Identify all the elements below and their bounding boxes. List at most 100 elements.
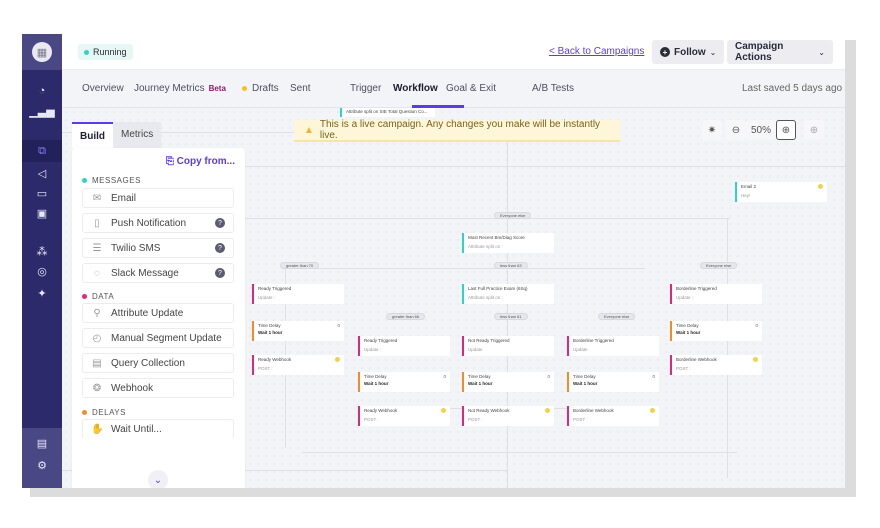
workflow-node[interactable]: Ready Webhook POST : — [252, 355, 344, 375]
tab-sent[interactable]: Sent — [290, 83, 311, 94]
chat-icon: ☰ — [92, 242, 102, 254]
hand-icon: ✋ — [91, 424, 104, 435]
chevron-down-icon[interactable]: ⌄ — [148, 470, 168, 488]
analytics-icon[interactable]: ▁▃▅ — [22, 102, 62, 120]
workflow-node[interactable]: Most Recent Bm/Diag Score Attribute split… — [462, 233, 554, 253]
branch-label: Everyone else — [700, 262, 738, 269]
workflow-node[interactable]: Time Delay Wait 1 hour 0 — [670, 321, 762, 341]
dashboard-icon[interactable]: ◔ — [22, 82, 62, 100]
back-to-campaigns-link[interactable]: < Back to Campaigns — [549, 46, 644, 57]
left-rail: ▦ ◔ ▁▃▅ ⧉ ◁ ▭ ▣ ⁂ ◎ ✦ ▤ ⚙ — [22, 34, 62, 488]
item-attribute-update[interactable]: ⚲ Attribute Update — [82, 303, 234, 323]
workflow-node[interactable]: Borderline Webhook POST : — [567, 406, 659, 426]
branch-label: greater than 66 — [386, 313, 426, 320]
campaigns-icon[interactable]: ⧉ — [22, 140, 62, 162]
campaign-header: Running < Back to Campaigns + Follow ⌄ C… — [62, 34, 845, 70]
status-dot — [84, 49, 89, 55]
item-twilio-sms[interactable]: ☰ Twilio SMS? — [82, 238, 234, 258]
branch-label: Everyone else — [598, 313, 636, 320]
activity-icon[interactable]: ✦ — [22, 284, 62, 302]
segment-icon: ◴ — [92, 332, 102, 344]
workflow-node[interactable]: Ready Triggered Update : — [358, 336, 450, 356]
workflow-node[interactable]: Borderline Triggered Update — [567, 336, 659, 356]
workspace-logo[interactable]: ▦ — [32, 42, 52, 62]
webhook-icon: ❂ — [92, 382, 102, 394]
chevron-down-icon: ⌄ — [818, 47, 825, 57]
workflow-node[interactable]: Not Ready Webhook POST : — [462, 406, 554, 426]
item-slack-message[interactable]: ◌ Slack Message? — [82, 263, 234, 283]
drafts-dot — [242, 86, 247, 91]
workflow-node[interactable]: Time Delay Wait 1 hour 0 — [462, 372, 554, 392]
status-badge: Running — [78, 44, 133, 60]
branch-label: greater than 70 — [280, 262, 320, 269]
warning-icon: ▲ — [304, 124, 314, 136]
chat-icon: ◌ — [94, 267, 100, 279]
clipboard-icon: ⎘ — [165, 156, 177, 167]
tab-workflow[interactable]: Workflow — [393, 83, 438, 94]
workflow-node[interactable]: Time Delay Wait 1 hour 0 — [358, 372, 450, 392]
chevron-down-icon: ⌄ — [709, 47, 717, 57]
copy-from-button[interactable]: ⎘ Copy from... — [166, 156, 235, 167]
app-window: ▦ ◔ ▁▃▅ ⧉ ◁ ▭ ▣ ⁂ ◎ ✦ ▤ ⚙ Running < Back… — [22, 34, 845, 488]
item-query-collection[interactable]: ▤ Query Collection — [82, 353, 234, 373]
help-icon[interactable]: ? — [215, 218, 225, 228]
workflow-node[interactable]: Borderline Triggered Update : — [670, 284, 762, 304]
item-wait-until[interactable]: ✋ Wait Until... — [82, 419, 234, 439]
workflow-node[interactable]: Ready Triggered Update : — [252, 284, 344, 304]
workflow-node[interactable]: Email 2 Hey! — [735, 182, 827, 202]
follow-button[interactable]: + Follow ⌄ — [652, 40, 725, 64]
plus-circle-icon: + — [660, 47, 670, 57]
phone-icon: ▯ — [94, 217, 100, 229]
workflow-node[interactable]: Attribute split on SIE Total Question Co… — [340, 108, 435, 117]
workflow-canvas[interactable]: Attribute split on SIE Total Question Co… — [62, 108, 845, 488]
section-data: DATA — [82, 292, 114, 301]
zoom-out-icon[interactable]: ⊖ — [726, 120, 746, 140]
section-messages: MESSAGES — [82, 176, 141, 185]
item-push-notification[interactable]: ▯ Push Notification? — [82, 213, 234, 233]
workflow-node[interactable]: Borderline Webhook POST : — [670, 355, 762, 375]
tab-trigger[interactable]: Trigger — [350, 83, 381, 94]
content-icon[interactable]: ▤ — [22, 434, 62, 452]
item-webhook[interactable]: ❂ Webhook — [82, 378, 234, 398]
live-campaign-banner: ▲ This is a live campaign. Any changes y… — [294, 119, 620, 142]
tab-overview[interactable]: Overview — [82, 83, 124, 94]
settings-gear-icon[interactable]: ⚙ — [22, 456, 62, 474]
workflow-node[interactable]: Time Delay Wait 1 hour 0 — [252, 321, 344, 341]
zoom-fit-icon[interactable]: ⊕ — [804, 120, 824, 140]
workflow-node[interactable]: Last Full Practice Exam (6Sq) Attribute s… — [462, 284, 554, 304]
help-icon[interactable]: ? — [215, 243, 225, 253]
help-icon[interactable]: ? — [215, 268, 225, 278]
beta-badge: Beta — [208, 84, 226, 93]
tab-journey-metrics[interactable]: Journey Metrics Beta — [134, 83, 226, 94]
collection-icon: ▤ — [92, 357, 102, 369]
broadcast-icon[interactable]: ◁ — [22, 164, 62, 182]
branch-label: Everyone else — [494, 212, 532, 219]
tab-build[interactable]: Build — [72, 122, 113, 148]
item-email[interactable]: ✉ Email — [82, 188, 234, 208]
last-saved-text: Last saved 5 days ago — [742, 83, 843, 94]
lightbulb-icon[interactable]: ✷ — [702, 120, 722, 140]
tab-metrics[interactable]: Metrics — [113, 122, 162, 148]
segments-icon[interactable]: ⁂ — [22, 242, 62, 260]
attribute-icon: ⚲ — [93, 307, 101, 319]
branch-label: less than 61 — [494, 313, 528, 320]
tab-ab-tests[interactable]: A/B Tests — [532, 83, 574, 94]
workflow-node[interactable]: Time Delay Wait 1 hour 0 — [567, 372, 659, 392]
branch-label: less than 63 — [494, 262, 528, 269]
email-icon: ✉ — [92, 192, 102, 204]
item-manual-segment-update[interactable]: ◴ Manual Segment Update — [82, 328, 234, 348]
zoom-level: 50% — [746, 120, 776, 140]
tab-goal-exit[interactable]: Goal & Exit — [446, 83, 496, 94]
workflow-node[interactable]: Ready Webhook POST : — [358, 406, 450, 426]
deliveries-icon[interactable]: ▣ — [22, 204, 62, 222]
workflow-node[interactable]: Not Ready Triggered Update — [462, 336, 554, 356]
campaign-actions-button[interactable]: Campaign Actions ⌄ — [727, 40, 833, 64]
zoom-in-icon[interactable]: ⊕ — [776, 120, 796, 140]
terminal-icon[interactable]: ▭ — [22, 184, 62, 202]
tab-drafts[interactable]: Drafts — [242, 83, 279, 94]
build-panel: ⎘ Copy from... MESSAGES ✉ Email ▯ Push Not… — [72, 148, 245, 488]
people-icon[interactable]: ◎ — [22, 262, 62, 280]
panel-tabs: Build Metrics — [72, 122, 162, 148]
section-delays: DELAYS — [82, 408, 126, 417]
campaign-tabs: Overview Journey Metrics Beta Drafts Sent… — [62, 70, 845, 108]
